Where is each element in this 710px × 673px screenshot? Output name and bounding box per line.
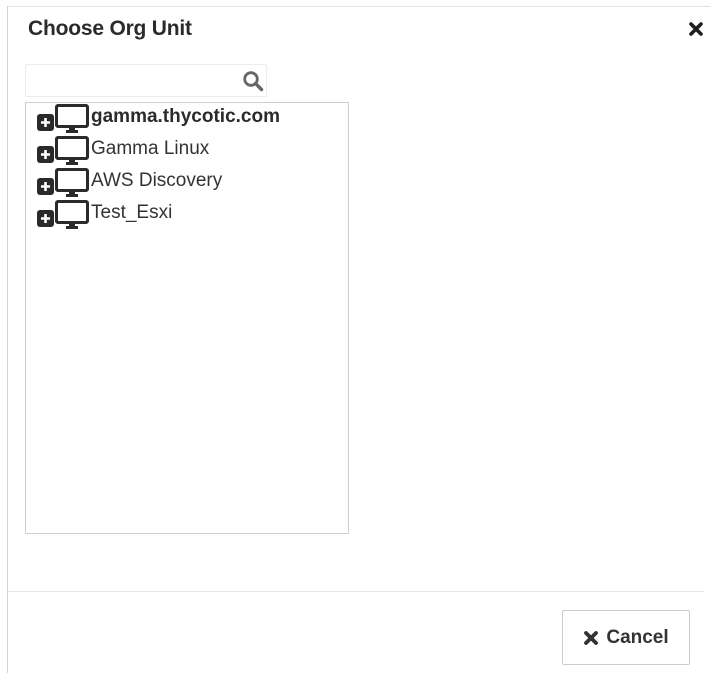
footer-divider <box>8 591 704 592</box>
tree-list: gamma.thycotic.com Gamma Linux AWS Disco… <box>37 104 280 232</box>
tree-item[interactable]: gamma.thycotic.com <box>37 104 280 136</box>
close-button[interactable] <box>688 21 704 37</box>
times-icon <box>584 630 599 645</box>
expand-plus-icon[interactable] <box>37 178 54 195</box>
tree-item[interactable]: Test_Esxi <box>37 200 280 232</box>
computer-icon <box>55 104 89 133</box>
computer-icon <box>55 200 89 229</box>
search-box[interactable] <box>25 64 267 97</box>
cancel-button[interactable]: Cancel <box>562 610 690 665</box>
tree-item[interactable]: AWS Discovery <box>37 168 280 200</box>
tree-item-label[interactable]: gamma.thycotic.com <box>91 106 280 128</box>
org-unit-tree[interactable]: gamma.thycotic.com Gamma Linux AWS Disco… <box>25 102 349 534</box>
tree-item-label[interactable]: Test_Esxi <box>91 202 172 224</box>
computer-icon <box>55 168 89 197</box>
expand-plus-icon[interactable] <box>37 114 54 131</box>
dialog-title: Choose Org Unit <box>28 17 192 40</box>
tree-item-label[interactable]: AWS Discovery <box>91 170 222 192</box>
expand-plus-icon[interactable] <box>37 210 54 227</box>
close-icon[interactable] <box>688 21 704 37</box>
tree-item[interactable]: Gamma Linux <box>37 136 280 168</box>
computer-icon <box>55 136 89 165</box>
choose-org-unit-dialog: Choose Org Unit gamma.thycotic.com Gamma… <box>7 6 710 673</box>
tree-item-label[interactable]: Gamma Linux <box>91 138 209 160</box>
search-icon[interactable] <box>242 70 264 92</box>
search-input[interactable] <box>26 65 243 96</box>
cancel-button-label: Cancel <box>606 626 669 648</box>
expand-plus-icon[interactable] <box>37 146 54 163</box>
